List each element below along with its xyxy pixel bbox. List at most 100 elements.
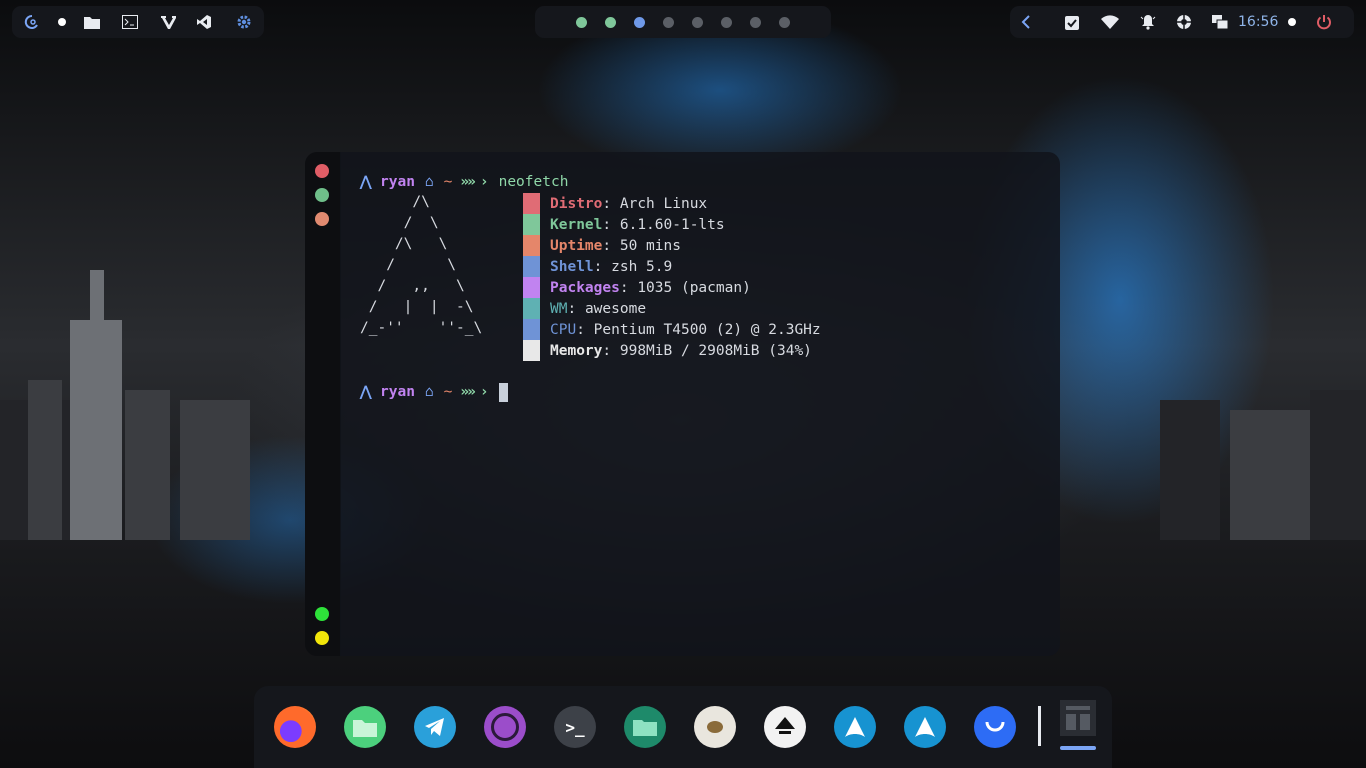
prompt-line: ⋀ ryan ⌂ ~ »» › neofetch (360, 172, 568, 192)
building (125, 390, 170, 540)
chevron-left-icon[interactable] (1014, 10, 1038, 34)
color-swatch (523, 193, 540, 214)
color-swatch (523, 298, 540, 319)
dot-icon (1280, 10, 1304, 34)
gear-icon[interactable] (232, 10, 256, 34)
vim-icon[interactable] (156, 10, 180, 34)
double-chevron-icon: »» (460, 174, 476, 190)
terminal-app-icon[interactable]: >_ (554, 706, 596, 748)
firefox-icon[interactable] (274, 706, 316, 748)
info-key: Shell (550, 258, 594, 275)
workspace-7[interactable] (750, 16, 761, 28)
dock: >_ (254, 686, 1112, 768)
info-key: Memory (550, 342, 603, 359)
wifi-icon[interactable] (1098, 10, 1122, 34)
arch-icon: ⋀ (360, 384, 372, 400)
workspace-6[interactable] (721, 16, 732, 28)
prompt-line-active[interactable]: ⋀ ryan ⌂ ~ »» › (360, 382, 508, 402)
arch-icon-1[interactable] (834, 706, 876, 748)
arch-icon: ⋀ (360, 174, 372, 190)
workspace-switcher (535, 6, 831, 38)
minimize-button[interactable] (315, 212, 329, 226)
arch-icon-2[interactable] (904, 706, 946, 748)
files-icon[interactable] (344, 706, 386, 748)
home-icon: ⌂ (424, 174, 434, 190)
topbar-left (12, 6, 264, 38)
ontop-button[interactable] (315, 631, 329, 645)
info-row-shell: Shell: zsh 5.9 (523, 256, 672, 277)
home-icon: ⌂ (424, 384, 434, 400)
workspace-4[interactable] (663, 16, 674, 28)
color-swatch (523, 256, 540, 277)
prompt-user: ryan (380, 174, 415, 190)
inkscape-icon[interactable] (764, 706, 806, 748)
info-key: WM (550, 300, 568, 317)
active-indicator (1060, 746, 1096, 750)
workspace-2[interactable] (605, 16, 616, 28)
info-value: 50 mins (619, 237, 681, 254)
workspace-8[interactable] (779, 16, 790, 28)
building (1160, 400, 1220, 540)
clock[interactable]: 16:56 (1238, 14, 1278, 30)
show-desktop-icon[interactable] (1060, 700, 1096, 736)
info-row-kernel: Kernel: 6.1.60-1-lts (523, 214, 725, 235)
store-icon[interactable] (974, 706, 1016, 748)
building (1310, 390, 1366, 540)
info-value: Pentium T4500 (2) @ 2.3GHz (593, 321, 821, 338)
color-swatch (523, 235, 540, 256)
close-button[interactable] (315, 164, 329, 178)
clipboard-check-icon[interactable] (1060, 10, 1084, 34)
building (28, 380, 62, 540)
arch-ascii-logo: /\ / \ /\ \ / \ / ,, \ / | | -\/_-'' ''-… (360, 194, 483, 336)
info-row-uptime: Uptime: 50 mins (523, 235, 681, 256)
topbar-right: 16:56 (1010, 6, 1354, 38)
bell-icon[interactable] (1136, 10, 1160, 34)
workspace-1[interactable] (576, 16, 587, 28)
info-row-wm: WM: awesome (523, 298, 646, 319)
color-swatch (523, 214, 540, 235)
folder-icon[interactable] (80, 10, 104, 34)
terminal-window[interactable]: ⋀ ryan ⌂ ~ »» › neofetch /\ / \ /\ \ / \… (340, 152, 1060, 656)
info-value: zsh 5.9 (611, 258, 673, 275)
terminal-titlebar (305, 152, 341, 656)
sticky-button[interactable] (315, 607, 329, 621)
info-key: Uptime (550, 237, 603, 254)
info-key: Distro (550, 195, 603, 212)
debian-swirl-icon[interactable] (20, 10, 44, 34)
obs-icon[interactable] (484, 706, 526, 748)
aperture-icon[interactable] (1172, 10, 1196, 34)
workspace-3[interactable] (634, 16, 645, 28)
color-swatch (523, 319, 540, 340)
info-value: 1035 (pacman) (637, 279, 751, 296)
prompt-command: neofetch (498, 174, 569, 190)
info-key: CPU (550, 321, 577, 338)
color-swatch (523, 340, 540, 361)
dock-separator (1038, 706, 1041, 746)
gimp-icon[interactable] (694, 706, 736, 748)
info-row-memory: Memory: 998MiB / 2908MiB (34%) (523, 340, 812, 361)
power-icon[interactable] (1312, 10, 1336, 34)
telegram-icon[interactable] (414, 706, 456, 748)
info-value: awesome (584, 300, 647, 317)
terminal-icon[interactable] (118, 10, 142, 34)
maximize-button[interactable] (315, 188, 329, 202)
workspace-5[interactable] (692, 16, 703, 28)
prompt-user: ryan (380, 384, 415, 400)
building (70, 320, 122, 540)
info-key: Packages (550, 279, 620, 296)
file-manager-icon[interactable] (624, 706, 666, 748)
building (90, 270, 104, 330)
prompt-dir: ~ (443, 174, 453, 190)
info-row-distro: Distro: Arch Linux (523, 193, 707, 214)
info-key: Kernel (550, 216, 603, 233)
vscode-icon[interactable] (192, 10, 216, 34)
building (180, 400, 250, 540)
info-row-cpu: CPU: Pentium T4500 (2) @ 2.3GHz (523, 319, 821, 340)
dot-icon[interactable] (50, 10, 74, 34)
chevron-right-icon: › (479, 384, 489, 400)
windows-icon[interactable] (1208, 10, 1232, 34)
prompt-dir: ~ (443, 384, 453, 400)
info-value: 6.1.60-1-lts (619, 216, 725, 233)
info-value: 998MiB / 2908MiB (34%) (619, 342, 812, 359)
text-cursor[interactable] (498, 382, 508, 402)
